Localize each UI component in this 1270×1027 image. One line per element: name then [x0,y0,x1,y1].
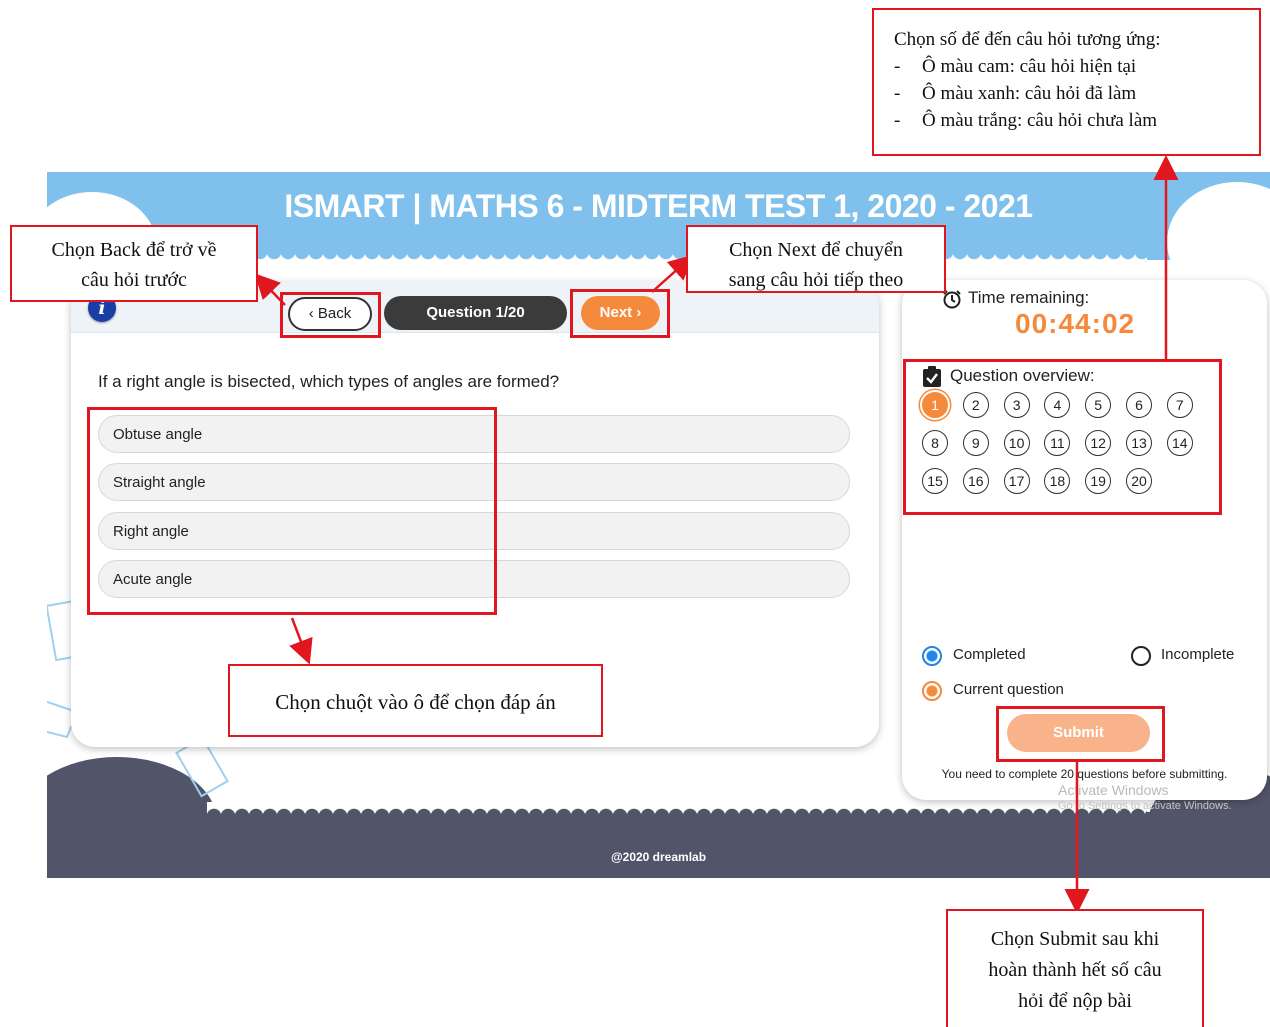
submit-annotation-line-2: hoàn thành hết số câu [988,959,1162,981]
next-annotation-line-1: Chọn Next để chuyển [729,239,903,261]
next-annotation-line-2: sang câu hỏi tiếp theo [728,269,904,291]
submit-annotation: Chọn Submit sau khi hoàn thành hết số câ… [946,909,1204,1027]
answer-annotation-text: Chọn chuột vào ô để chọn đáp án [275,690,556,714]
overview-annotation-item-1: -Ô màu cam: câu hỏi hiện tại [894,56,1137,77]
answers-arrow [289,617,313,665]
submit-annotation-line-1: Chọn Submit sau khi [990,928,1160,950]
next-annotation: Chọn Next để chuyển sang câu hỏi tiếp th… [686,225,946,293]
back-annotation-line-1: Chọn Back để trở về [51,239,217,261]
next-arrow [651,254,694,293]
back-annotation-line-2: câu hỏi trước [81,269,187,291]
back-annotation: Chọn Back để trở về câu hỏi trước [10,225,258,302]
back-arrow [254,273,286,306]
submit-annotation-line-3: hỏi để nộp bài [1018,990,1132,1012]
overview-annotation-item-3: -Ô màu trắng: câu hỏi chưa làm [894,110,1158,131]
overview-annotation-item-2: -Ô màu xanh: câu hỏi đã làm [894,83,1137,104]
answer-annotation: Chọn chuột vào ô để chọn đáp án [228,664,603,737]
overview-annotation-heading: Chọn số để đến câu hỏi tương ứng: [894,29,1161,50]
overview-annotation: Chọn số để đến câu hỏi tương ứng: -Ô màu… [872,8,1261,156]
